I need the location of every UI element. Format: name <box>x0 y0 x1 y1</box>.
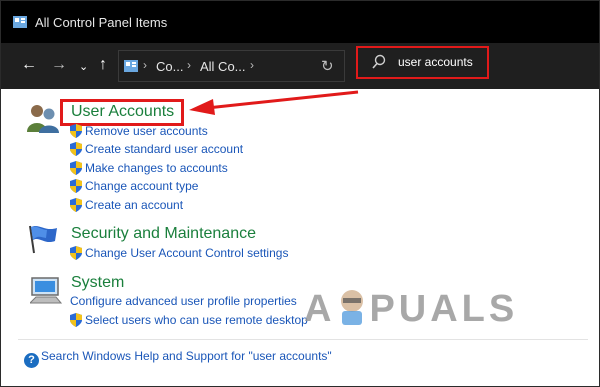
window-title: All Control Panel Items <box>35 15 168 30</box>
uac-shield-icon <box>70 246 82 260</box>
refresh-icon[interactable]: ↻ <box>321 57 334 75</box>
task-label: Make changes to accounts <box>85 161 228 175</box>
title-bar: All Control Panel Items <box>1 1 599 43</box>
flag-icon <box>29 225 57 254</box>
task-label: Change account type <box>85 179 199 193</box>
breadcrumb-dropdown-icon[interactable]: › <box>250 58 254 72</box>
up-arrow-icon[interactable]: ↑ <box>99 55 107 75</box>
computer-icon <box>30 277 62 304</box>
mascot-icon <box>341 290 364 325</box>
help-link[interactable]: ? Search Windows Help and Support for "us… <box>24 349 332 368</box>
task-label: Configure advanced user profile properti… <box>70 294 297 308</box>
users-icon <box>27 105 59 133</box>
category-title-user-accounts[interactable]: User Accounts <box>71 103 174 121</box>
task-link-change-uac-settings[interactable]: Change User Account Control settings <box>70 246 288 260</box>
breadcrumb-separator-icon: › <box>143 58 147 72</box>
task-link-remove-user-accounts[interactable]: Remove user accounts <box>70 124 208 138</box>
control-panel-icon <box>13 16 27 28</box>
path-breadcrumb[interactable]: › Co... › All Co... › ↻ <box>118 50 345 82</box>
breadcrumb-item[interactable]: All Co... <box>200 59 246 74</box>
annotation-arrow <box>189 90 359 115</box>
task-label: Create an account <box>85 198 184 212</box>
control-panel-icon <box>124 60 138 72</box>
help-text: Search Windows Help and Support for "use… <box>41 349 332 363</box>
watermark-logo: A PUALS <box>304 288 519 330</box>
task-link-create-standard-user-account[interactable]: Create standard user account <box>70 142 243 156</box>
task-label: Remove user accounts <box>85 124 208 138</box>
help-question-icon: ? <box>24 353 39 368</box>
category-title-security-and-maintenance[interactable]: Security and Maintenance <box>71 225 256 243</box>
task-label: Change User Account Control settings <box>85 246 289 260</box>
forward-arrow-icon[interactable]: → <box>51 55 67 75</box>
task-link-create-an-account[interactable]: Create an account <box>70 198 183 212</box>
category-title-system[interactable]: System <box>71 274 124 292</box>
task-link-select-remote-desktop-users[interactable]: Select users who can use remote desktop <box>70 313 308 327</box>
search-value: user accounts <box>398 55 473 69</box>
recent-locations-chevron-icon[interactable]: ⌄ <box>79 57 88 77</box>
task-link-configure-advanced-user-profile[interactable]: Configure advanced user profile properti… <box>70 294 297 308</box>
uac-shield-icon <box>70 142 82 156</box>
breadcrumb-separator-icon: › <box>187 58 191 72</box>
address-bar: ← → ⌄ ↑ › Co... › All Co... › ↻ user acc… <box>1 43 599 89</box>
task-link-change-account-type[interactable]: Change account type <box>70 179 198 193</box>
uac-shield-icon <box>70 179 82 193</box>
back-arrow-icon[interactable]: ← <box>21 55 37 75</box>
search-input[interactable]: user accounts <box>356 46 489 79</box>
search-icon <box>372 54 386 69</box>
uac-shield-icon <box>70 313 82 327</box>
task-link-make-changes-to-accounts[interactable]: Make changes to accounts <box>70 161 228 175</box>
uac-shield-icon <box>70 124 82 138</box>
uac-shield-icon <box>70 198 82 212</box>
task-label: Select users who can use remote desktop <box>85 313 308 327</box>
footer-divider <box>18 339 588 340</box>
task-label: Create standard user account <box>85 142 244 156</box>
uac-shield-icon <box>70 161 82 175</box>
breadcrumb-item[interactable]: Co... <box>156 59 183 74</box>
